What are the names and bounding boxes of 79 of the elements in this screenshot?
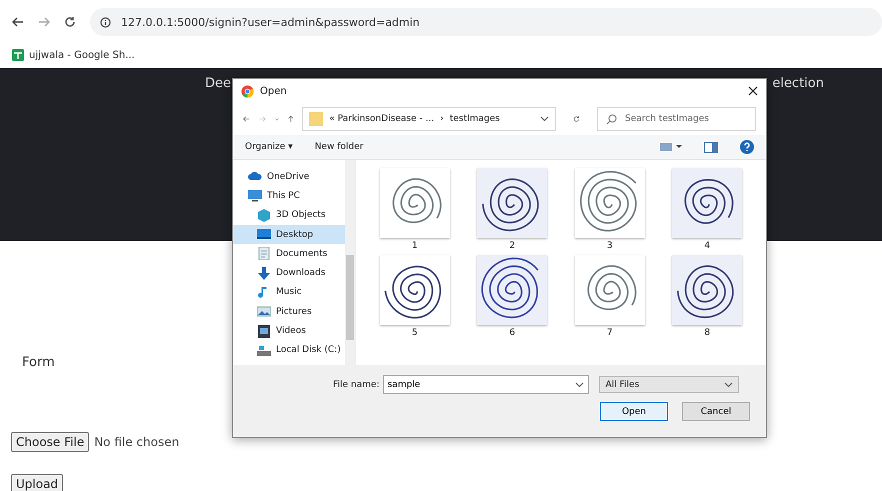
nav-item[interactable]: Pictures [233,302,345,322]
image-file[interactable]: 4 [658,168,756,251]
upload-button[interactable]: Upload [11,474,64,491]
nav-item[interactable]: Desktop [233,224,345,244]
file-name: 7 [606,328,613,338]
chevron-down-icon[interactable] [575,382,584,388]
search-box[interactable]: Search testImages [597,107,756,131]
nav-item[interactable]: This PC [233,186,345,206]
info-icon [100,16,111,28]
file-name: 8 [704,328,710,338]
download-icon [257,266,271,280]
nav-item[interactable]: Music [233,282,345,302]
image-file[interactable]: 3 [561,168,658,251]
scrollbar[interactable] [345,160,355,365]
file-name: 6 [509,328,516,338]
preview-pane-icon[interactable] [704,142,718,152]
banner-title: election [772,76,824,91]
nav-item[interactable]: 3D Objects [233,206,345,225]
image-file[interactable]: 7 [561,255,658,338]
cube-icon [257,208,271,222]
choose-file-button[interactable]: Choose File [11,432,90,452]
nav-item[interactable]: Documents [233,244,345,264]
organize-menu[interactable]: Organize ▾ [245,142,293,152]
spiral-thumbnail [574,255,645,325]
file-name-box[interactable]: sample [383,375,590,394]
chevron-down-icon [724,382,734,388]
nav-item[interactable]: Local Disk (C:) [233,340,345,360]
nav-item[interactable]: Downloads [233,263,345,283]
file-status: No file chosen [94,435,180,449]
chevron-down-icon[interactable] [540,116,550,122]
desktop-icon [257,228,271,242]
image-file[interactable]: 6 [464,255,561,338]
nav-item[interactable]: OneDrive [233,167,345,186]
back-icon[interactable] [12,17,24,27]
image-file[interactable]: 5 [366,255,464,338]
file-type-dropdown[interactable]: All Files [599,376,740,393]
spiral-thumbnail [477,168,548,238]
dialog-title: Open [260,86,287,96]
chevron-down-icon[interactable] [274,116,279,122]
close-icon[interactable] [748,86,758,96]
document-icon [257,247,271,260]
image-file[interactable]: 1 [366,168,464,251]
help-icon[interactable] [740,140,754,154]
spiral-thumbnail [672,255,742,325]
form-heading: Form [21,355,56,370]
up-arrow-icon[interactable] [288,113,294,125]
address-bar[interactable]: 127.0.0.1:5000/signin?user=admin&password=admin [90,8,882,36]
spiral-thumbnail [477,255,548,325]
file-name: 2 [509,241,516,251]
search-field[interactable]: Search testImages [623,113,748,125]
pictures-icon [257,305,271,318]
search-icon [606,114,618,124]
folder-icon [309,111,324,127]
image-file[interactable]: 8 [658,255,756,338]
sheets-icon [12,49,24,61]
path-field[interactable]: « ParkinsonDisease - ... › testImages [302,107,556,131]
file-name-label: File name: [333,380,380,390]
file-name: 4 [704,241,710,251]
video-icon [257,324,271,338]
bookmark[interactable]: ujjwala - Google Sh... [12,49,135,61]
chrome-icon [241,84,254,98]
image-file[interactable]: 2 [464,168,561,251]
file-name: 3 [606,241,613,251]
spiral-thumbnail [574,168,645,238]
open-button[interactable]: Open [600,402,668,421]
spiral-thumbnail [672,168,742,238]
spiral-thumbnail [380,255,450,325]
new-folder-button[interactable]: New folder [314,142,364,152]
nav-item[interactable]: Videos [233,321,345,341]
view-icon[interactable] [660,142,682,152]
spiral-thumbnail [380,168,450,238]
file-name: 1 [412,241,418,251]
banner-title: Dee [205,76,232,91]
file-name: 5 [412,328,418,338]
pc-icon [248,189,262,202]
reload-icon[interactable] [64,16,76,28]
disk-icon [257,344,271,357]
back-icon[interactable] [243,114,250,124]
cancel-button[interactable]: Cancel [682,402,750,421]
